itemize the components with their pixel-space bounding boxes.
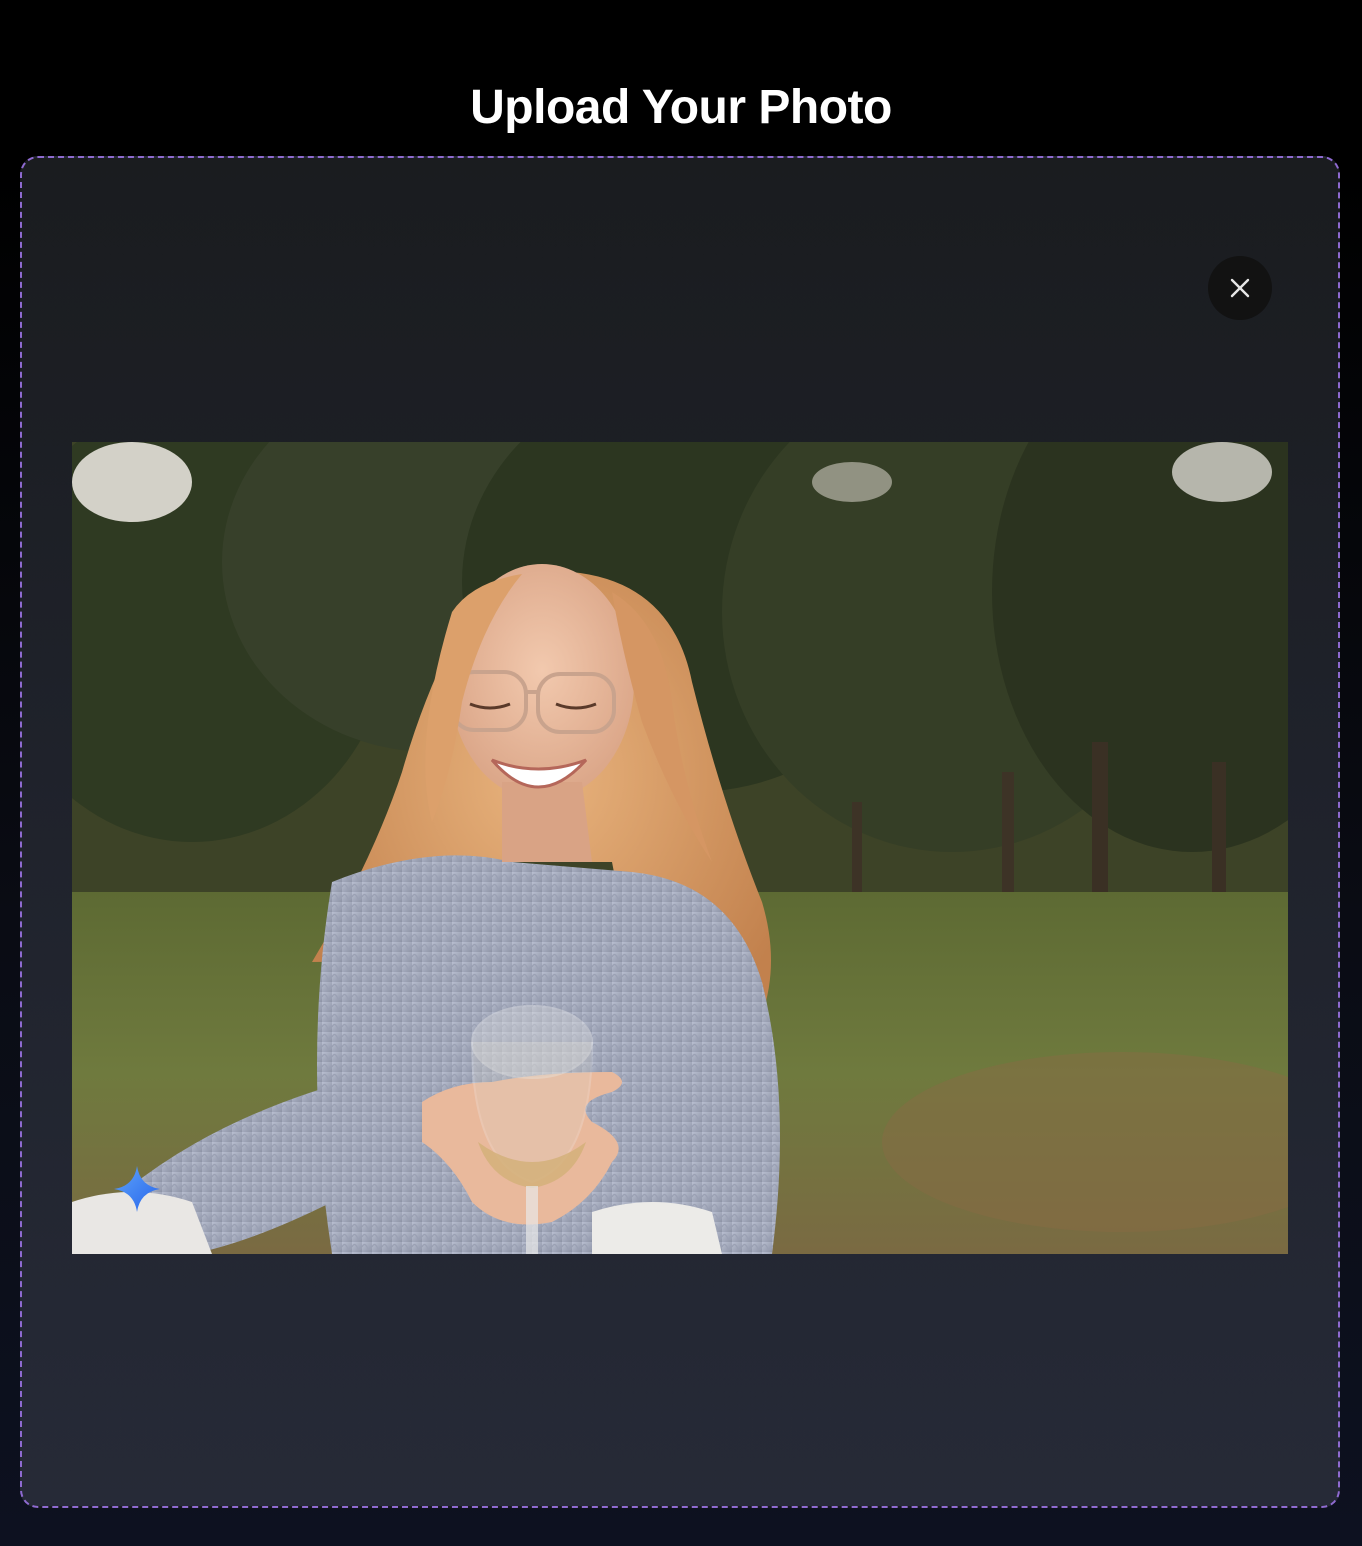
page-title: Upload Your Photo xyxy=(470,81,892,135)
photo-dropzone[interactable] xyxy=(20,156,1340,1508)
sparkle-icon xyxy=(114,1166,160,1212)
remove-photo-button[interactable] xyxy=(1208,256,1272,320)
uploaded-photo xyxy=(72,442,1288,1254)
close-icon xyxy=(1230,278,1250,298)
